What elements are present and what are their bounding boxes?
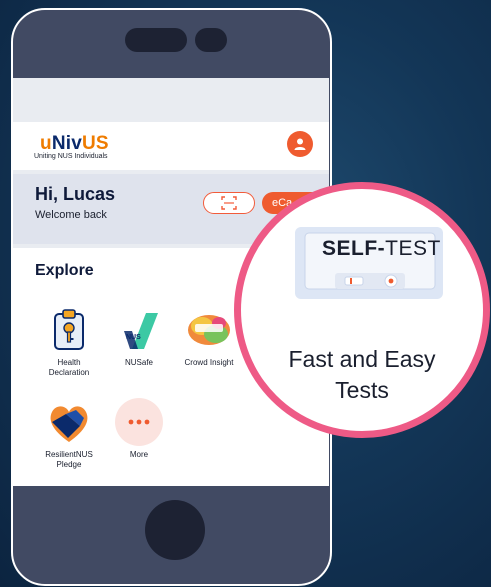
health-declaration-icon (45, 306, 93, 354)
crowd-insight-icon (185, 306, 233, 354)
self-test-kit-illustration: SELF-TEST (295, 225, 445, 301)
self-test-callout: SELF-TEST Fast and Easy Tests (234, 182, 490, 438)
explore-title: Explore (35, 262, 94, 279)
app-tagline: Uniting NUS Individuals (34, 153, 108, 160)
resilientnus-pledge-icon (45, 398, 93, 446)
tile-label: Crowd Insight (184, 358, 234, 367)
tile-label: Health Declaration (48, 358, 90, 377)
callout-caption: Fast and Easy Tests (241, 344, 483, 406)
logo-us: US (81, 133, 109, 154)
greeting-title: Hi, Lucas (35, 184, 116, 204)
logo-niv: Niv (51, 133, 82, 154)
kit-label: SELF-TEST (322, 237, 441, 261)
app-header: uNivUS Uniting NUS Individuals (13, 122, 329, 170)
camera-dot (195, 28, 227, 52)
profile-avatar-button[interactable] (287, 131, 313, 157)
tile-more[interactable]: More (107, 398, 171, 460)
greeting-subtitle: Welcome back (35, 209, 107, 221)
home-button[interactable] (145, 500, 205, 560)
nusafe-icon: NUS (115, 306, 163, 354)
tile-nusafe[interactable]: NUS NUSafe (107, 306, 171, 368)
caption-line-1: Fast and Easy (288, 346, 436, 372)
app-logo: uNivUS (40, 133, 109, 155)
tile-health-declaration[interactable]: Health Declaration (37, 306, 101, 378)
tile-crowd-insight[interactable]: Crowd Insight (177, 306, 241, 368)
tile-label: ResilientNUS Pledge (45, 450, 93, 469)
scan-button[interactable] (203, 192, 255, 214)
kit-label-bold: SELF- (322, 237, 386, 260)
tile-resilientnus-pledge[interactable]: ResilientNUS Pledge (37, 398, 101, 470)
tile-label: More (129, 450, 149, 459)
tile-label: NUSafe (124, 358, 153, 367)
user-icon (294, 138, 306, 150)
more-icon (115, 398, 163, 446)
scan-icon (221, 196, 237, 210)
svg-text:NUS: NUS (126, 334, 141, 341)
caption-line-2: Tests (335, 377, 389, 403)
logo-u: u (40, 133, 52, 154)
camera-pill (125, 28, 187, 52)
kit-label-light: TEST (385, 237, 441, 260)
